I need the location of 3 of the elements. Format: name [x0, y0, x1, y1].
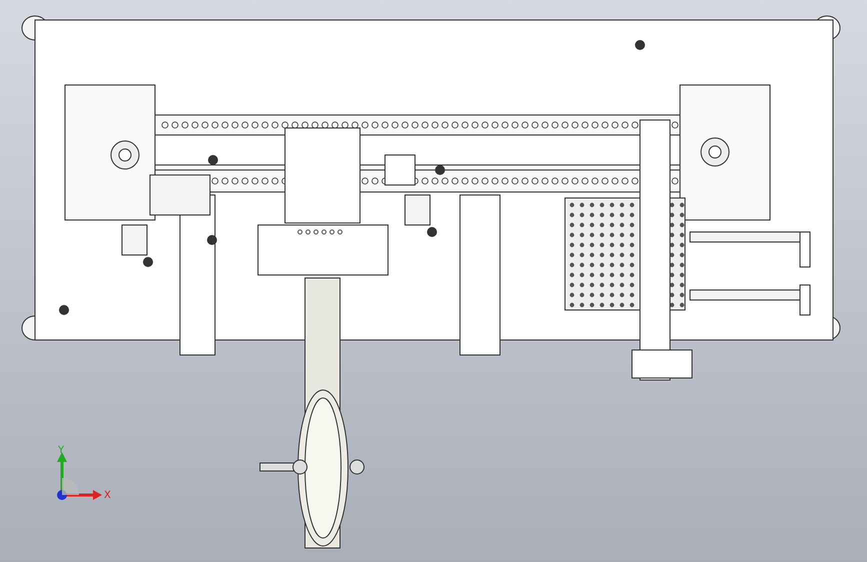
y-axis-label: Y — [58, 445, 64, 456]
x-axis-label: X — [104, 490, 111, 501]
axis-triad-icon — [57, 452, 102, 500]
